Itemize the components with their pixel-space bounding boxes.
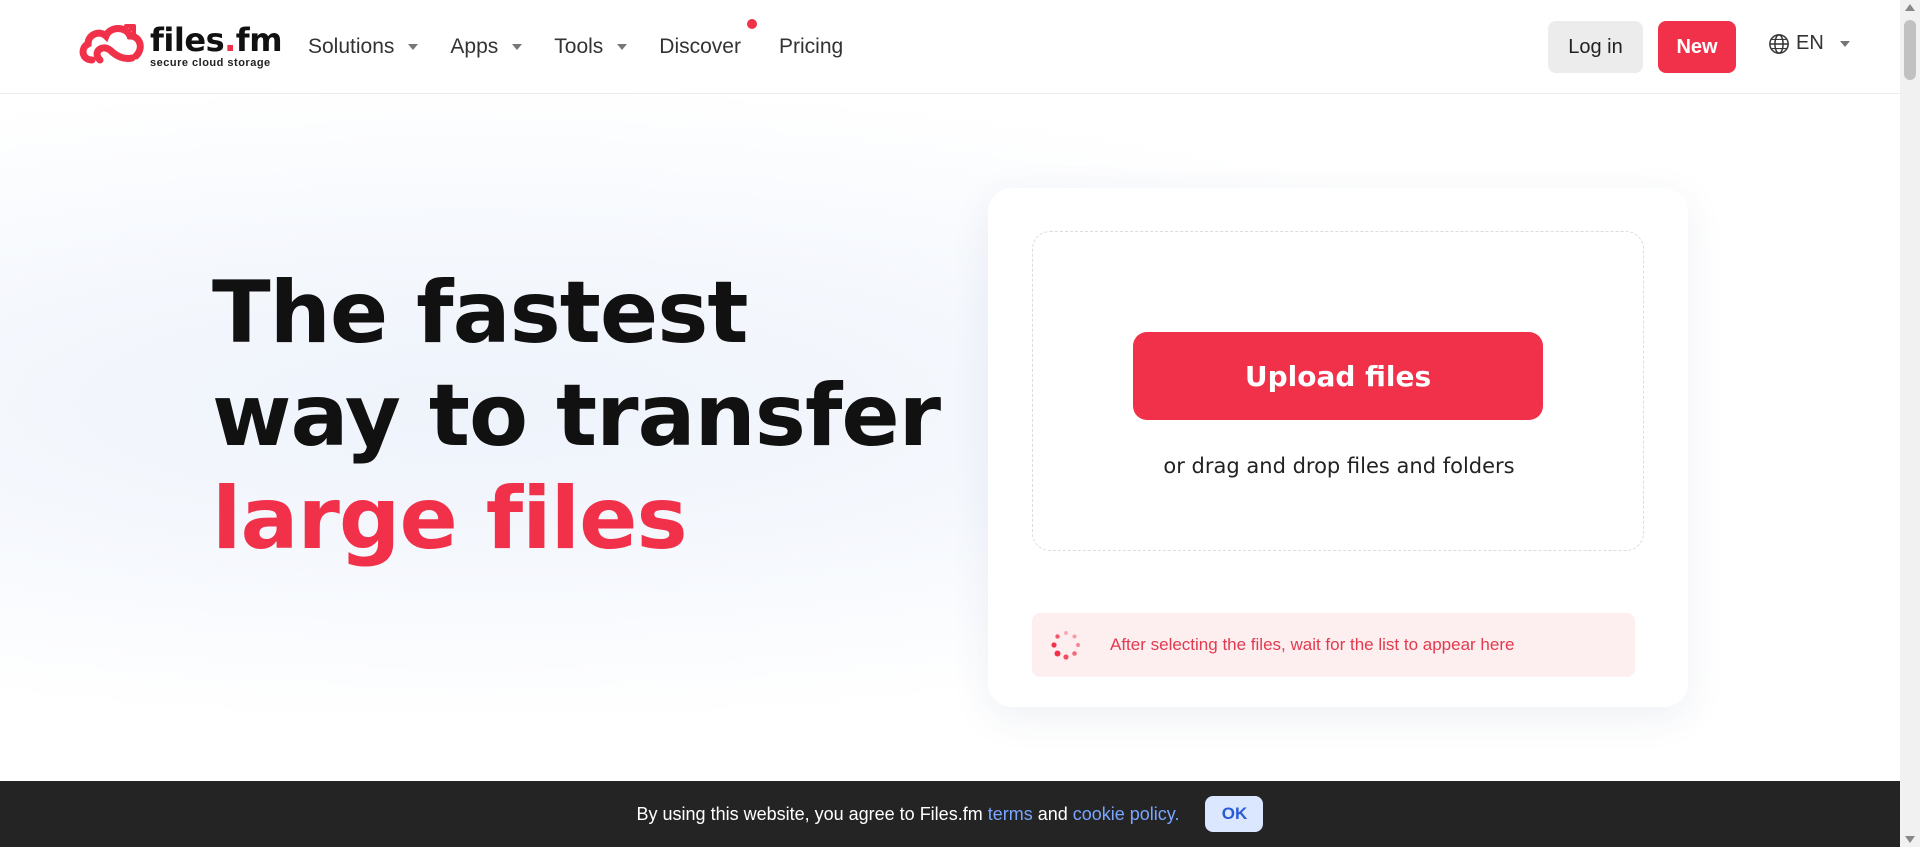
drop-hint: or drag and drop files and folders: [1163, 454, 1515, 478]
scroll-up-icon[interactable]: [1905, 4, 1915, 11]
headline-line-2: way to transfer: [212, 366, 941, 466]
cookie-ok-button[interactable]: OK: [1205, 796, 1264, 832]
logo-tagline: secure cloud storage: [150, 56, 271, 69]
loading-spinner-icon: [1051, 631, 1080, 660]
chevron-down-icon: [408, 44, 419, 50]
notification-dot-icon: [746, 19, 757, 29]
cookie-text: By using this website, you agree to File…: [637, 804, 1180, 825]
language-code: EN: [1796, 32, 1824, 54]
cookie-banner: By using this website, you agree to File…: [0, 781, 1900, 847]
drop-zone[interactable]: Upload files or drag and drop files and …: [1032, 231, 1644, 551]
cookie-policy-link[interactable]: cookie policy.: [1073, 804, 1180, 824]
terms-link[interactable]: terms: [988, 804, 1033, 824]
new-button[interactable]: New: [1658, 21, 1736, 73]
nav-tools-label: Tools: [554, 35, 604, 58]
scroll-down-icon[interactable]: [1905, 836, 1915, 843]
notice-text: After selecting the files, wait for the …: [1110, 635, 1515, 654]
upload-notice: After selecting the files, wait for the …: [1032, 613, 1635, 677]
nav-pricing-label: Pricing: [778, 35, 844, 58]
logo-wordmark: files.fm: [150, 20, 283, 59]
upload-card: Upload files or drag and drop files and …: [988, 188, 1688, 707]
upload-files-button[interactable]: Upload files: [1133, 332, 1543, 420]
site-header: files.fm secure cloud storage Solutions …: [0, 0, 1900, 94]
scroll-thumb[interactable]: [1904, 20, 1916, 80]
headline-line-1: The fastest: [212, 263, 749, 363]
nav-pricing[interactable]: Pricing: [779, 35, 843, 59]
cookie-text-middle: and: [1032, 803, 1073, 824]
chevron-down-icon: [512, 44, 523, 50]
nav-solutions[interactable]: Solutions: [308, 35, 419, 59]
scrollbar[interactable]: [1900, 0, 1920, 847]
nav-apps[interactable]: Apps: [450, 35, 523, 59]
nav-apps-label: Apps: [450, 35, 499, 58]
chevron-down-icon: [617, 44, 628, 50]
hero-headline: The fastest way to transfer large files: [212, 262, 941, 571]
logo[interactable]: files.fm secure cloud storage: [78, 20, 283, 72]
cookie-text-before: By using this website, you agree to File…: [636, 803, 988, 824]
headline-line-3: large files: [212, 469, 688, 569]
language-selector[interactable]: EN: [1768, 32, 1850, 55]
nav-discover-label: Discover: [659, 35, 741, 58]
nav-solutions-label: Solutions: [308, 35, 395, 58]
nav-tools[interactable]: Tools: [554, 35, 628, 59]
globe-icon: [1769, 33, 1789, 54]
chevron-down-icon: [1839, 40, 1850, 47]
login-button[interactable]: Log in: [1548, 21, 1643, 73]
nav-discover[interactable]: Discover: [659, 19, 757, 59]
cloud-logo-icon: [79, 24, 144, 64]
main-nav: Solutions Apps Tools Discover Pricing: [308, 0, 875, 94]
